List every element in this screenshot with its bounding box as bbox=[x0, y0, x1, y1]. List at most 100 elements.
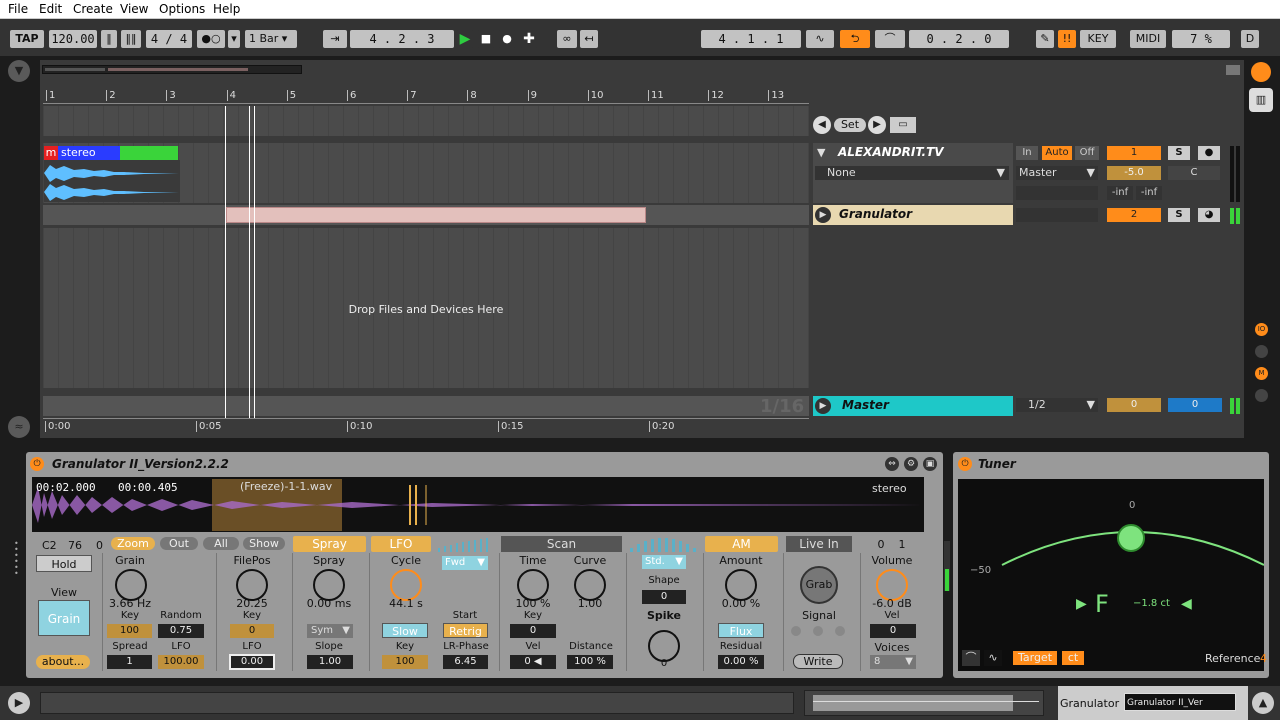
scan-distance-field[interactable]: 100 % bbox=[567, 655, 613, 669]
note-number[interactable]: 76 bbox=[68, 539, 82, 552]
loop-length[interactable]: 0 . 2 . 0 bbox=[909, 30, 1009, 48]
spray-mode-select[interactable]: Sym ▼ bbox=[307, 624, 353, 638]
monitor-off-button[interactable]: Off bbox=[1075, 146, 1099, 160]
time-signature[interactable]: 4 / 4 bbox=[146, 30, 192, 48]
tuner-target-button[interactable]: Target bbox=[1013, 651, 1057, 665]
midi-map-button[interactable]: MIDI bbox=[1130, 30, 1166, 48]
shape-field[interactable]: 0 bbox=[642, 590, 686, 604]
lfo-key-field[interactable]: 100 bbox=[382, 655, 428, 669]
device-save-icon[interactable]: ▣ bbox=[923, 457, 937, 471]
master-routing-select[interactable]: 1/2 ▼ bbox=[1016, 398, 1098, 412]
note-offset[interactable]: 0 bbox=[96, 539, 103, 552]
detail-device-field[interactable]: Granulator II_Ver bbox=[1124, 693, 1236, 711]
stop-icon[interactable]: ■ bbox=[477, 30, 495, 48]
detail-device-name[interactable]: Granulator bbox=[1060, 697, 1119, 710]
fold-icon[interactable]: ▼ bbox=[817, 146, 825, 159]
audio-input-select[interactable]: None ▼ bbox=[815, 166, 1009, 180]
loop-switch-icon[interactable]: ⮌ bbox=[840, 30, 870, 48]
clip-mute-label[interactable]: m bbox=[44, 146, 58, 160]
automation-arm-icon[interactable]: ∞ bbox=[557, 30, 577, 48]
am-flux-button[interactable]: Flux bbox=[718, 623, 764, 638]
device-hotswap-icon[interactable]: ⇔ bbox=[885, 457, 899, 471]
locator-lane[interactable] bbox=[43, 106, 809, 136]
tuner-reference-value[interactable]: 4 bbox=[1260, 652, 1267, 665]
io-toggle-icon[interactable]: IO bbox=[1255, 323, 1268, 336]
view-grain-button[interactable]: Grain bbox=[38, 600, 90, 636]
zoom-out-button[interactable]: Out bbox=[160, 537, 198, 550]
hold-button[interactable]: Hold bbox=[36, 555, 92, 572]
scan-vel-field[interactable]: 0 ◀ bbox=[510, 655, 556, 669]
monitor-in-button[interactable]: In bbox=[1016, 146, 1038, 160]
menu-edit[interactable]: Edit bbox=[39, 2, 62, 16]
grain-random-field[interactable]: 0.75 bbox=[158, 624, 204, 638]
monitor-auto-button[interactable]: Auto bbox=[1042, 146, 1072, 160]
midi-track-name[interactable]: Granulator bbox=[839, 207, 912, 221]
nudge-up-icon[interactable]: ‖‖ bbox=[121, 30, 141, 48]
spray-header[interactable]: Spray bbox=[293, 536, 366, 552]
session-view-icon[interactable] bbox=[1251, 62, 1271, 82]
am-header[interactable]: AM bbox=[705, 536, 778, 552]
tuner-cents-button[interactable]: ct bbox=[1062, 651, 1084, 665]
menu-file[interactable]: File bbox=[8, 2, 28, 16]
scan-key-field[interactable]: 0 bbox=[510, 624, 556, 638]
lfo-header[interactable]: LFO bbox=[371, 536, 431, 552]
menu-view[interactable]: View bbox=[120, 2, 148, 16]
time-ruler[interactable]: 0:00 0:05 0:10 0:15 0:20 bbox=[43, 418, 809, 434]
audio-track-name[interactable]: ALEXANDRIT.TV bbox=[838, 145, 944, 159]
key-map-button[interactable]: KEY bbox=[1080, 30, 1116, 48]
nudge-down-icon[interactable]: ‖ bbox=[101, 30, 117, 48]
metronome-icon[interactable]: ●○ bbox=[197, 30, 225, 48]
follow-icon[interactable]: ⇥ bbox=[323, 30, 347, 48]
lfo-lrphase-field[interactable]: 6.45 bbox=[443, 655, 488, 669]
midi-clip[interactable] bbox=[226, 207, 646, 223]
overdub-icon[interactable]: ✚ bbox=[520, 30, 538, 48]
device-title[interactable]: Granulator II_Version2.2.2 bbox=[52, 457, 229, 471]
am-residual-field[interactable]: 0.00 % bbox=[718, 655, 764, 669]
shape-mode-select[interactable]: Std. ▼ bbox=[642, 555, 686, 569]
device-edit-icon[interactable]: ⚙ bbox=[904, 457, 918, 471]
menu-create[interactable]: Create bbox=[73, 2, 113, 16]
root-note[interactable]: C2 bbox=[42, 539, 57, 552]
detail-view-toggle-icon[interactable]: ▲ bbox=[1252, 692, 1274, 714]
crossfader-toggle-icon[interactable] bbox=[1255, 389, 1268, 402]
overview-toggle-icon[interactable]: ≈ bbox=[8, 416, 30, 438]
track-activator-1[interactable]: 1 bbox=[1107, 146, 1161, 160]
out-vel-field[interactable]: 0 bbox=[870, 624, 916, 638]
master-track-lane[interactable] bbox=[43, 396, 809, 416]
grain-key-field[interactable]: 100 bbox=[107, 624, 152, 638]
punch-out-icon[interactable]: ⌒ bbox=[875, 30, 905, 48]
overview-scroll[interactable] bbox=[1226, 65, 1240, 75]
grab-button[interactable]: Grab bbox=[800, 566, 838, 604]
scan-header[interactable]: Scan bbox=[501, 536, 622, 552]
volume-field-1[interactable]: -5.0 bbox=[1107, 166, 1161, 180]
arm-icon-2[interactable]: ◕ bbox=[1198, 208, 1220, 222]
drag-handle-icon[interactable]: • • • • • • bbox=[14, 540, 19, 581]
mixer-toggle-icon[interactable]: M bbox=[1255, 367, 1268, 380]
tap-button[interactable]: TAP bbox=[10, 30, 44, 48]
play-icon[interactable]: ▶ bbox=[456, 30, 474, 48]
write-button[interactable]: Write bbox=[793, 654, 843, 669]
tuner-mode-curve-icon[interactable]: ⌒ bbox=[962, 650, 980, 666]
lfo-direction-select[interactable]: Fwd ▼ bbox=[442, 556, 488, 570]
audio-clip-header[interactable] bbox=[120, 146, 178, 160]
midi-input-select[interactable] bbox=[1016, 208, 1098, 222]
device-power-icon[interactable]: ⏻ bbox=[30, 457, 44, 471]
metronome-menu-icon[interactable]: ▾ bbox=[228, 30, 240, 48]
loop-start[interactable]: 4 . 1 . 1 bbox=[701, 30, 801, 48]
quantize-select[interactable]: 1 Bar ▾ bbox=[245, 30, 297, 48]
master-pan-field[interactable]: 0 bbox=[1168, 398, 1222, 412]
lfo-retrig-button[interactable]: Retrig bbox=[443, 623, 488, 638]
solo-button-1[interactable]: S bbox=[1168, 146, 1190, 160]
tuner-mode-histogram-icon[interactable]: ∿ bbox=[984, 650, 1002, 666]
lfo-slow-button[interactable]: Slow bbox=[382, 623, 428, 638]
solo-button-2[interactable]: S bbox=[1168, 208, 1190, 222]
draw-mode-icon[interactable]: ✎ bbox=[1036, 30, 1054, 48]
track-overview[interactable] bbox=[804, 690, 1044, 716]
tuner-title[interactable]: Tuner bbox=[978, 457, 1016, 471]
spray-slope-field[interactable]: 1.00 bbox=[307, 655, 353, 669]
locator-next-icon[interactable]: ▶ bbox=[868, 116, 886, 134]
voices-select[interactable]: 8 ▼ bbox=[870, 655, 916, 669]
livein-header[interactable]: Live In bbox=[786, 536, 852, 552]
master-track-name[interactable]: Master bbox=[842, 398, 889, 412]
record-icon[interactable]: ● bbox=[498, 30, 516, 48]
